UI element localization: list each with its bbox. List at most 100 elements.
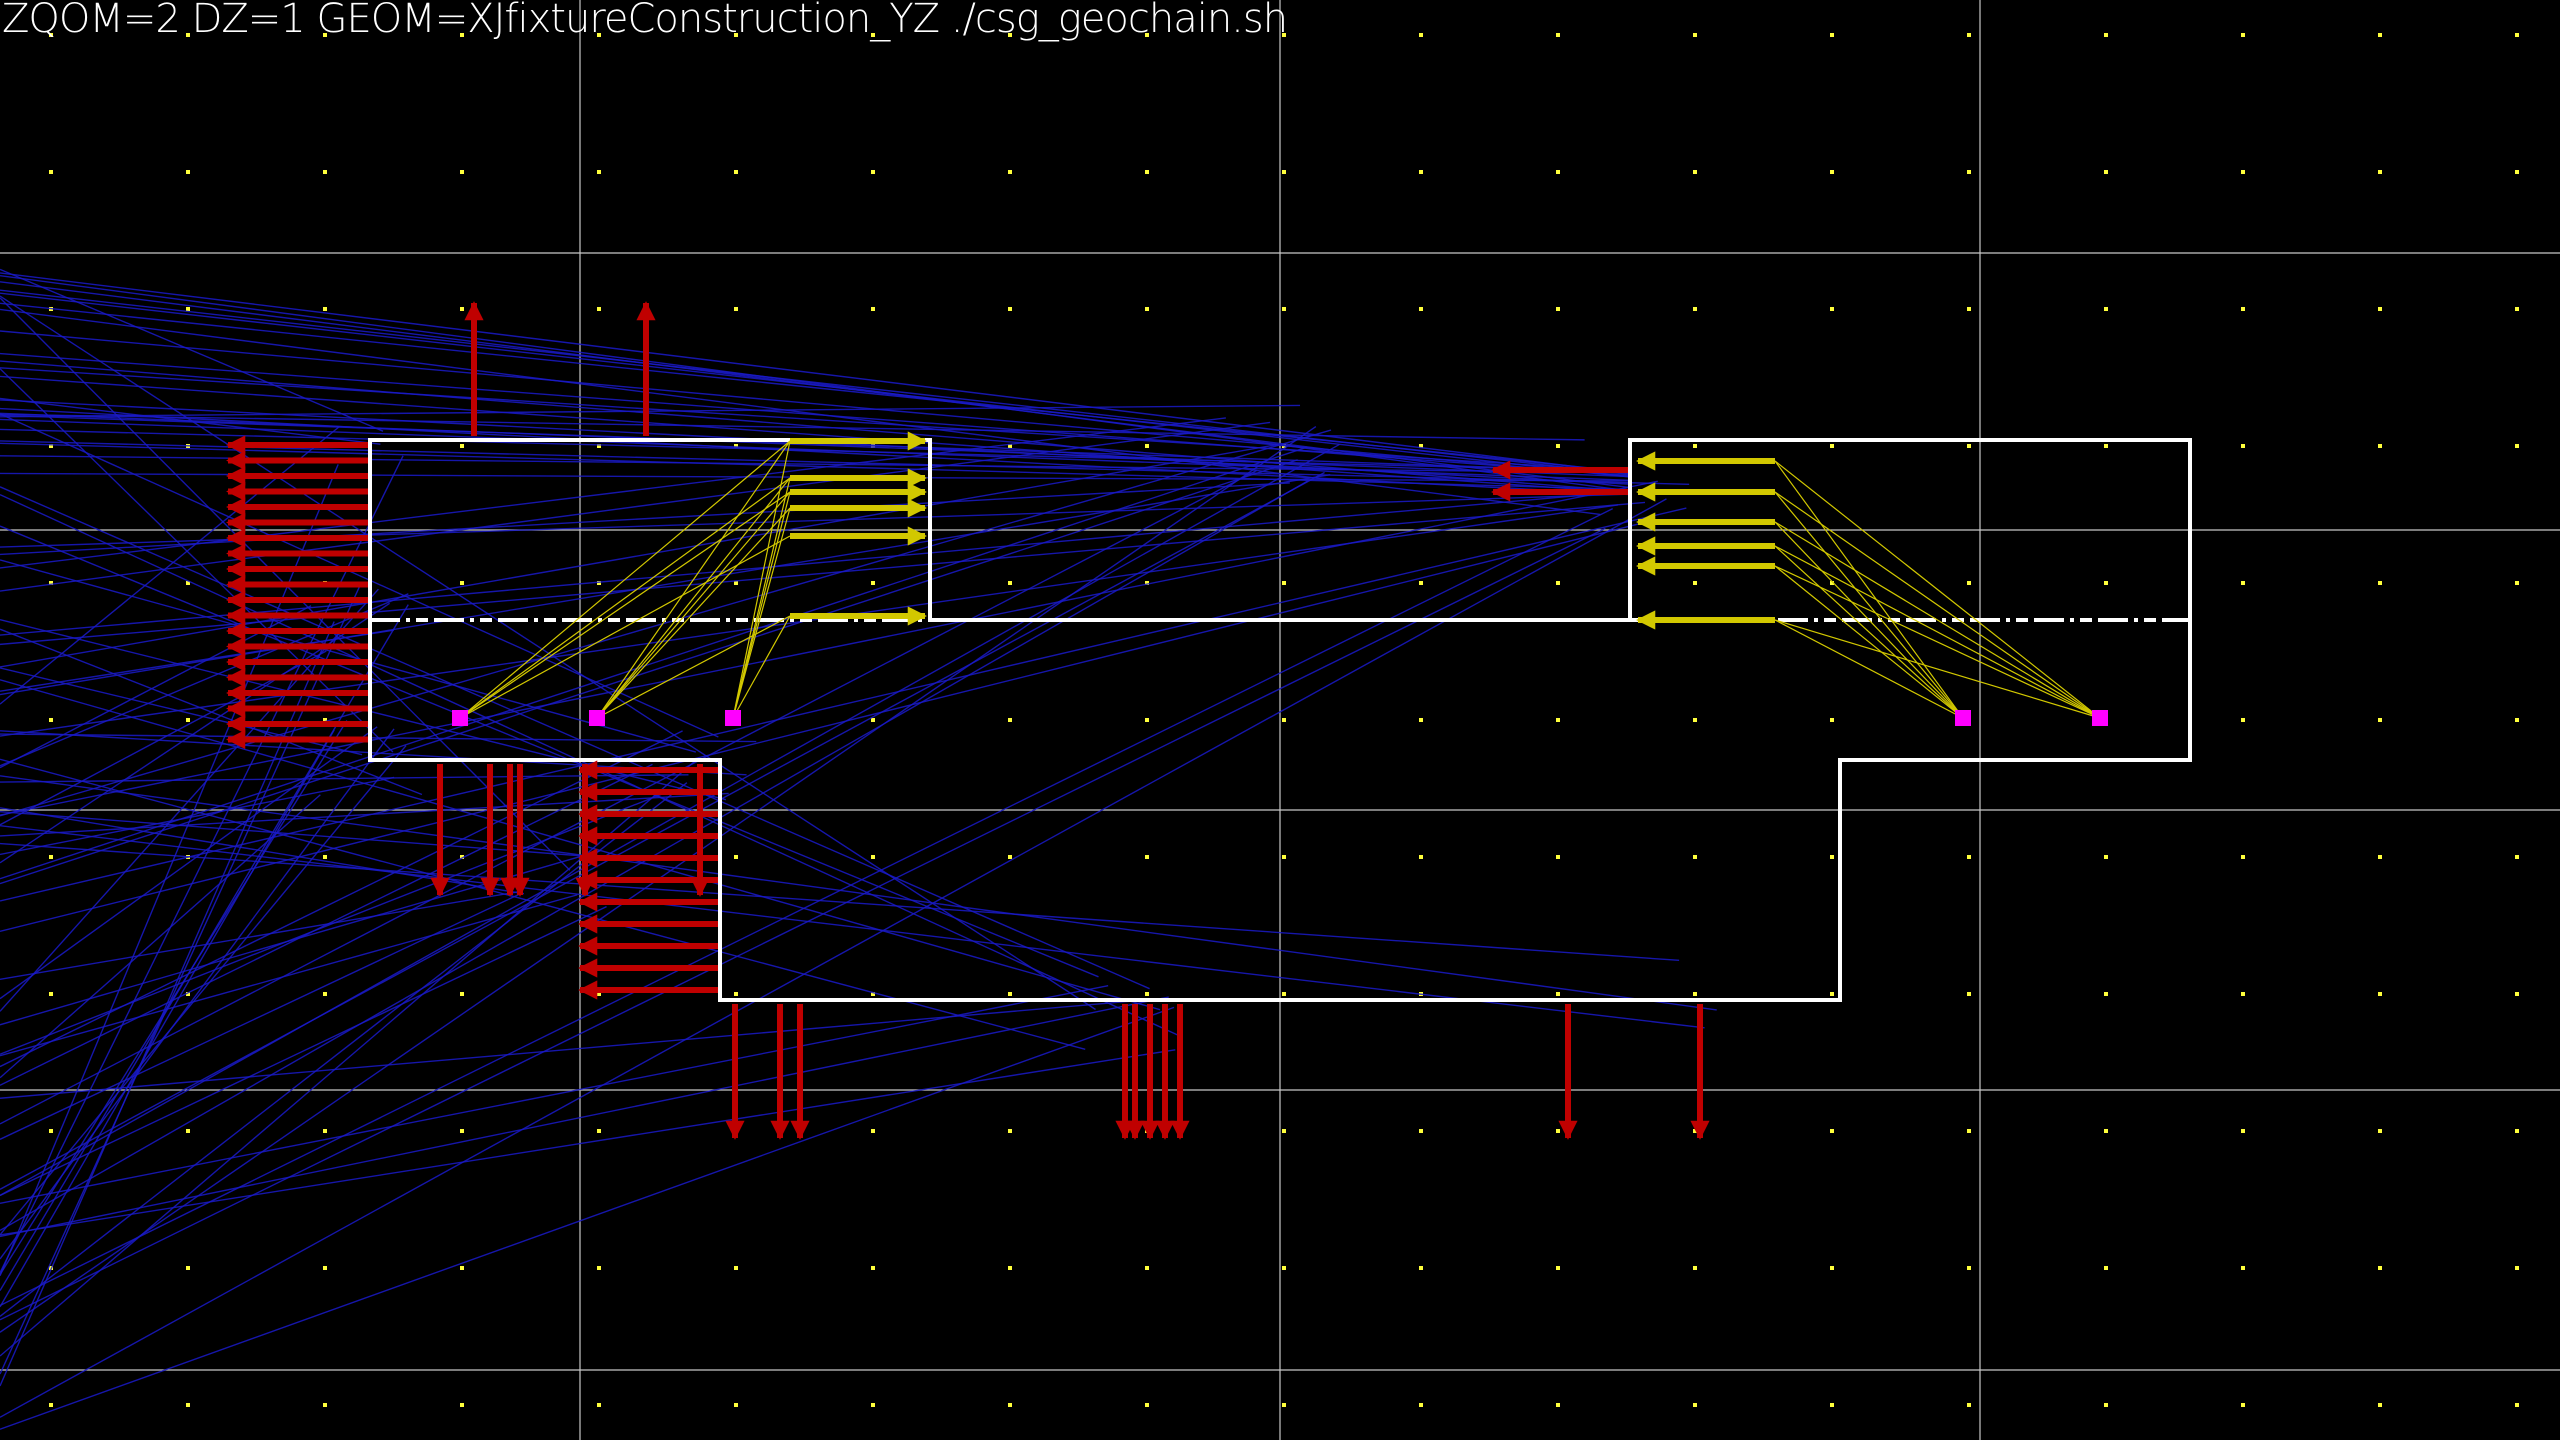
- grid-dot: [2515, 581, 2519, 585]
- grid-dot: [1008, 992, 1012, 996]
- grid-dot: [49, 170, 53, 174]
- grid-dot: [186, 718, 190, 722]
- grid-dot: [1419, 1129, 1423, 1133]
- grid-dot: [1830, 718, 1834, 722]
- grid-dot: [1830, 33, 1834, 37]
- grid-dot: [1556, 307, 1560, 311]
- grid-dot: [1419, 855, 1423, 859]
- grid-dot: [871, 1266, 875, 1270]
- grid-dot: [2241, 170, 2245, 174]
- magenta-square-icon: [1955, 710, 1971, 726]
- ray-line: [0, 720, 348, 1276]
- grid-dot: [49, 855, 53, 859]
- grid-dot: [1967, 1403, 1971, 1407]
- grid-dot: [1145, 1266, 1149, 1270]
- grid-dot: [2104, 33, 2108, 37]
- grid-dot: [2378, 307, 2382, 311]
- grid-dot: [1008, 1266, 1012, 1270]
- grid-dot: [1008, 1129, 1012, 1133]
- grid-dot: [1693, 1403, 1697, 1407]
- grid-dot: [1967, 444, 1971, 448]
- normal-arrows: [226, 301, 1710, 1140]
- grid-dot: [1693, 992, 1697, 996]
- grid-dot: [2241, 33, 2245, 37]
- grid-dot: [734, 992, 738, 996]
- grid-dot: [2378, 170, 2382, 174]
- grid-dot: [1556, 718, 1560, 722]
- grid-dot: [1556, 444, 1560, 448]
- grid-dot: [871, 581, 875, 585]
- ray-line: [0, 757, 700, 1357]
- grid-dot: [49, 1129, 53, 1133]
- grid-dot: [2378, 1403, 2382, 1407]
- grid-dot: [1693, 718, 1697, 722]
- grid-dot: [1145, 307, 1149, 311]
- intersect-link: [1774, 460, 2101, 719]
- grid-dot: [597, 1266, 601, 1270]
- ray-line: [0, 997, 1165, 1099]
- geochain-viewport[interactable]: ZQOM=2 DZ=1 GEOM=XJfixtureConstruction_Y…: [0, 0, 2560, 1440]
- grid-dot: [734, 1403, 738, 1407]
- grid-dot: [2104, 581, 2108, 585]
- grid-dot: [323, 992, 327, 996]
- grid-dot: [2378, 718, 2382, 722]
- grid-dot: [871, 855, 875, 859]
- grid-dot: [1282, 855, 1286, 859]
- grid-dot: [2241, 992, 2245, 996]
- ray-line: [0, 268, 384, 432]
- grid-dot: [2104, 170, 2108, 174]
- grid-dot: [1419, 307, 1423, 311]
- grid-dot: [1282, 170, 1286, 174]
- grid-dot: [2378, 444, 2382, 448]
- grid-dot: [1967, 855, 1971, 859]
- grid-dot: [2104, 1266, 2108, 1270]
- grid-dot: [1830, 170, 1834, 174]
- grid-dot: [2515, 1129, 2519, 1133]
- grid-dot: [1419, 718, 1423, 722]
- grid-dot: [597, 170, 601, 174]
- ray-line: [0, 745, 407, 1236]
- grid-dot: [460, 581, 464, 585]
- ray-line: [0, 775, 1717, 1011]
- grid-dot: [1008, 1403, 1012, 1407]
- grid-dot: [1693, 170, 1697, 174]
- grid-dot: [1282, 992, 1286, 996]
- grid-dot: [1556, 33, 1560, 37]
- grid-dot: [734, 170, 738, 174]
- grid-dot: [2515, 170, 2519, 174]
- grid-dot: [186, 1129, 190, 1133]
- grid-dot: [186, 170, 190, 174]
- grid-dot: [2515, 1266, 2519, 1270]
- grid-dot: [1282, 1266, 1286, 1270]
- intersect-link: [1774, 619, 1964, 719]
- grid-dot: [1830, 444, 1834, 448]
- intersect-link: [1774, 545, 1964, 719]
- grid-dot: [871, 1403, 875, 1407]
- ray-line: [0, 985, 1109, 1205]
- grid-dot: [2378, 1266, 2382, 1270]
- grid-dot: [460, 444, 464, 448]
- grid-dot: [2104, 1129, 2108, 1133]
- ray-line: [0, 443, 1340, 1197]
- grid-dot: [1145, 992, 1149, 996]
- ray-line: [0, 281, 1631, 489]
- magenta-square-icon: [725, 710, 741, 726]
- intersect-link: [459, 440, 791, 719]
- grid-dot: [2378, 581, 2382, 585]
- grid-dot: [1967, 33, 1971, 37]
- grid-dot: [2515, 33, 2519, 37]
- grid-dot: [871, 170, 875, 174]
- grid-dot: [1556, 1403, 1560, 1407]
- grid-dot: [2241, 581, 2245, 585]
- grid-dot: [460, 1266, 464, 1270]
- grid-dot: [734, 855, 738, 859]
- magenta-square-icon: [2092, 710, 2108, 726]
- grid-dot: [460, 170, 464, 174]
- grid-dot: [2378, 33, 2382, 37]
- grid-dot: [734, 1266, 738, 1270]
- grid-dot: [871, 718, 875, 722]
- grid-dot: [186, 1403, 190, 1407]
- grid-dot: [1145, 170, 1149, 174]
- grid-dot: [1693, 33, 1697, 37]
- ray-line: [0, 429, 1332, 817]
